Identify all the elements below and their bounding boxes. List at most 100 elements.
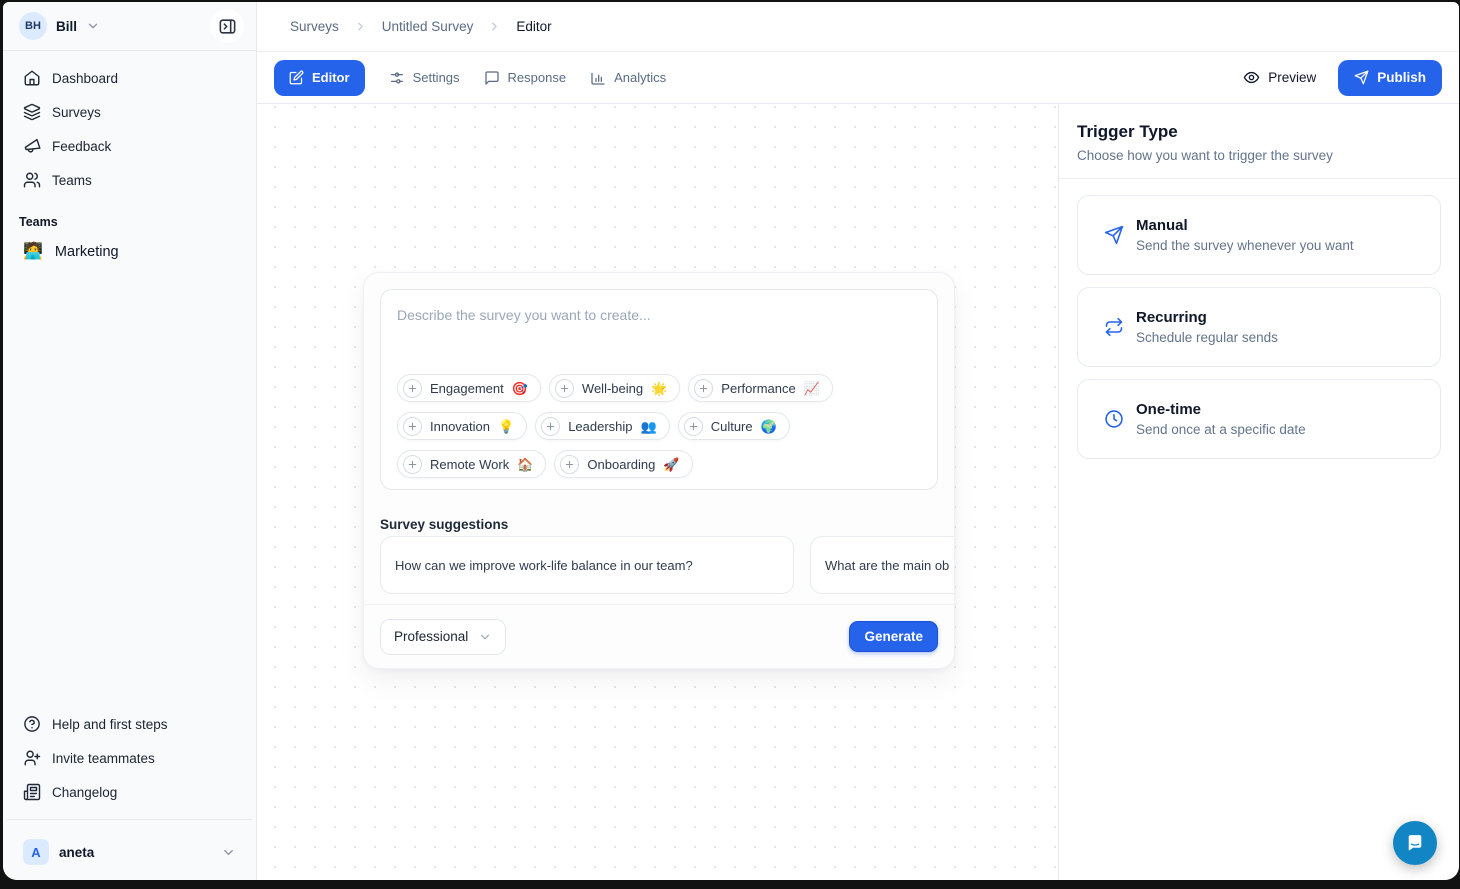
suggestions-row: How can we improve work-life balance in …: [380, 536, 954, 594]
sidebar-divider: [7, 819, 252, 820]
breadcrumb-surveys[interactable]: Surveys: [290, 19, 339, 34]
bulb-emoji: 💡: [498, 420, 514, 433]
tab-label: Settings: [413, 70, 460, 85]
chart-emoji: 📈: [804, 382, 820, 395]
chevron-right-icon: [488, 20, 501, 33]
chat-bubble-icon: [1404, 832, 1426, 854]
option-description: Send once at a specific date: [1136, 422, 1306, 437]
tone-select[interactable]: Professional: [380, 619, 506, 655]
tone-value: Professional: [394, 629, 468, 644]
changelog-icon: [23, 783, 41, 801]
sidebar-item-label: Invite teammates: [52, 751, 155, 766]
prompt-box: Engagement 🎯 Well-being 🌟 Performance 📈: [380, 289, 938, 490]
chip-leadership[interactable]: Leadership 👥: [535, 412, 670, 440]
plus-icon: [560, 455, 579, 474]
sidebar-item-label: Teams: [52, 173, 92, 188]
tab-response[interactable]: Response: [484, 70, 567, 86]
sidebar-item-label: Help and first steps: [52, 717, 168, 732]
technologist-emoji: 🧑‍💻: [23, 244, 43, 260]
tab-label: Response: [508, 70, 567, 85]
chevron-down-icon: [221, 845, 236, 860]
trigger-panel-header: Trigger Type Choose how you want to trig…: [1059, 105, 1459, 179]
sidebar-item-label: Surveys: [52, 105, 101, 120]
sidebar: BH Bill Dashboard: [3, 2, 257, 880]
tab-settings[interactable]: Settings: [389, 70, 460, 86]
chip-culture[interactable]: Culture 🌍: [678, 412, 790, 440]
sidebar-nav: Dashboard Surveys Feedback Teams: [3, 51, 256, 197]
account-avatar: A: [23, 839, 49, 865]
trigger-type-panel: Trigger Type Choose how you want to trig…: [1058, 105, 1459, 880]
sidebar-footer: Help and first steps Invite teammates Ch…: [3, 707, 256, 809]
trigger-option-one-time[interactable]: One-time Send once at a specific date: [1077, 379, 1441, 459]
sidebar-item-label: Changelog: [52, 785, 117, 800]
sidebar-item-help[interactable]: Help and first steps: [15, 707, 244, 741]
suggestion-card[interactable]: What are the main ob: [810, 536, 954, 594]
plus-icon: [541, 417, 560, 436]
clock-icon: [1104, 409, 1124, 429]
trigger-option-recurring[interactable]: Recurring Schedule regular sends: [1077, 287, 1441, 367]
generate-button[interactable]: Generate: [849, 621, 938, 652]
sidebar-item-dashboard[interactable]: Dashboard: [15, 61, 244, 95]
preview-button[interactable]: Preview: [1243, 69, 1316, 86]
sidebar-item-feedback[interactable]: Feedback: [15, 129, 244, 163]
send-icon: [1354, 70, 1369, 85]
survey-prompt-input[interactable]: [381, 290, 937, 360]
workspace-switcher[interactable]: BH Bill: [19, 12, 100, 40]
message-square-icon: [484, 70, 500, 86]
chevron-down-icon: [86, 19, 100, 33]
tab-label: Editor: [312, 70, 350, 85]
chevron-down-icon: [478, 630, 492, 644]
sidebar-item-marketing[interactable]: 🧑‍💻 Marketing: [15, 233, 244, 271]
option-description: Send the survey whenever you want: [1136, 238, 1354, 253]
composer-footer: Professional Generate: [364, 604, 954, 668]
option-title: Recurring: [1136, 309, 1278, 326]
tab-analytics[interactable]: Analytics: [590, 70, 666, 86]
eye-icon: [1243, 69, 1260, 86]
panel-title: Trigger Type: [1077, 122, 1441, 142]
publish-button[interactable]: Publish: [1338, 60, 1442, 96]
trigger-option-manual[interactable]: Manual Send the survey whenever you want: [1077, 195, 1441, 275]
sidebar-collapse-button[interactable]: [210, 9, 244, 43]
send-icon: [1104, 225, 1124, 245]
workspace-avatar: BH: [19, 12, 47, 40]
bar-chart-icon: [590, 70, 606, 86]
app-window: BH Bill Dashboard: [3, 2, 1459, 880]
panel-right-icon: [218, 17, 237, 36]
suggestions-label: Survey suggestions: [380, 517, 508, 532]
topbar: Surveys Untitled Survey Editor Editor: [257, 2, 1459, 105]
chip-onboarding[interactable]: Onboarding 🚀: [554, 450, 692, 478]
breadcrumb: Surveys Untitled Survey Editor: [257, 2, 1459, 52]
layers-icon: [23, 103, 41, 121]
chat-launcher-button[interactable]: [1393, 821, 1437, 865]
tab-label: Analytics: [614, 70, 666, 85]
plus-icon: [403, 417, 422, 436]
breadcrumb-editor: Editor: [516, 19, 551, 34]
chip-performance[interactable]: Performance 📈: [688, 374, 833, 402]
megaphone-icon: [23, 137, 41, 155]
publish-label: Publish: [1377, 70, 1426, 85]
sidebar-item-surveys[interactable]: Surveys: [15, 95, 244, 129]
dart-emoji: 🎯: [512, 382, 528, 395]
busts-emoji: 👥: [641, 420, 657, 433]
help-circle-icon: [23, 715, 41, 733]
sidebar-item-changelog[interactable]: Changelog: [15, 775, 244, 809]
sidebar-item-label: Dashboard: [52, 71, 118, 86]
users-icon: [23, 171, 41, 189]
plus-icon: [684, 417, 703, 436]
account-menu[interactable]: A aneta: [15, 830, 244, 874]
breadcrumb-untitled-survey[interactable]: Untitled Survey: [382, 19, 474, 34]
globe-emoji: 🌍: [761, 420, 777, 433]
panel-subtitle: Choose how you want to trigger the surve…: [1077, 148, 1441, 163]
sidebar-item-invite[interactable]: Invite teammates: [15, 741, 244, 775]
chip-well-being[interactable]: Well-being 🌟: [549, 374, 680, 402]
repeat-icon: [1104, 317, 1124, 337]
editor-canvas: Engagement 🎯 Well-being 🌟 Performance 📈: [257, 105, 1058, 880]
sidebar-item-teams[interactable]: Teams: [15, 163, 244, 197]
tab-editor[interactable]: Editor: [274, 60, 365, 96]
account-name: aneta: [59, 845, 94, 860]
chip-remote-work[interactable]: Remote Work 🏠: [397, 450, 546, 478]
chip-innovation[interactable]: Innovation 💡: [397, 412, 527, 440]
suggestion-card[interactable]: How can we improve work-life balance in …: [380, 536, 794, 594]
team-label: Marketing: [55, 244, 119, 260]
chip-engagement[interactable]: Engagement 🎯: [397, 374, 541, 402]
